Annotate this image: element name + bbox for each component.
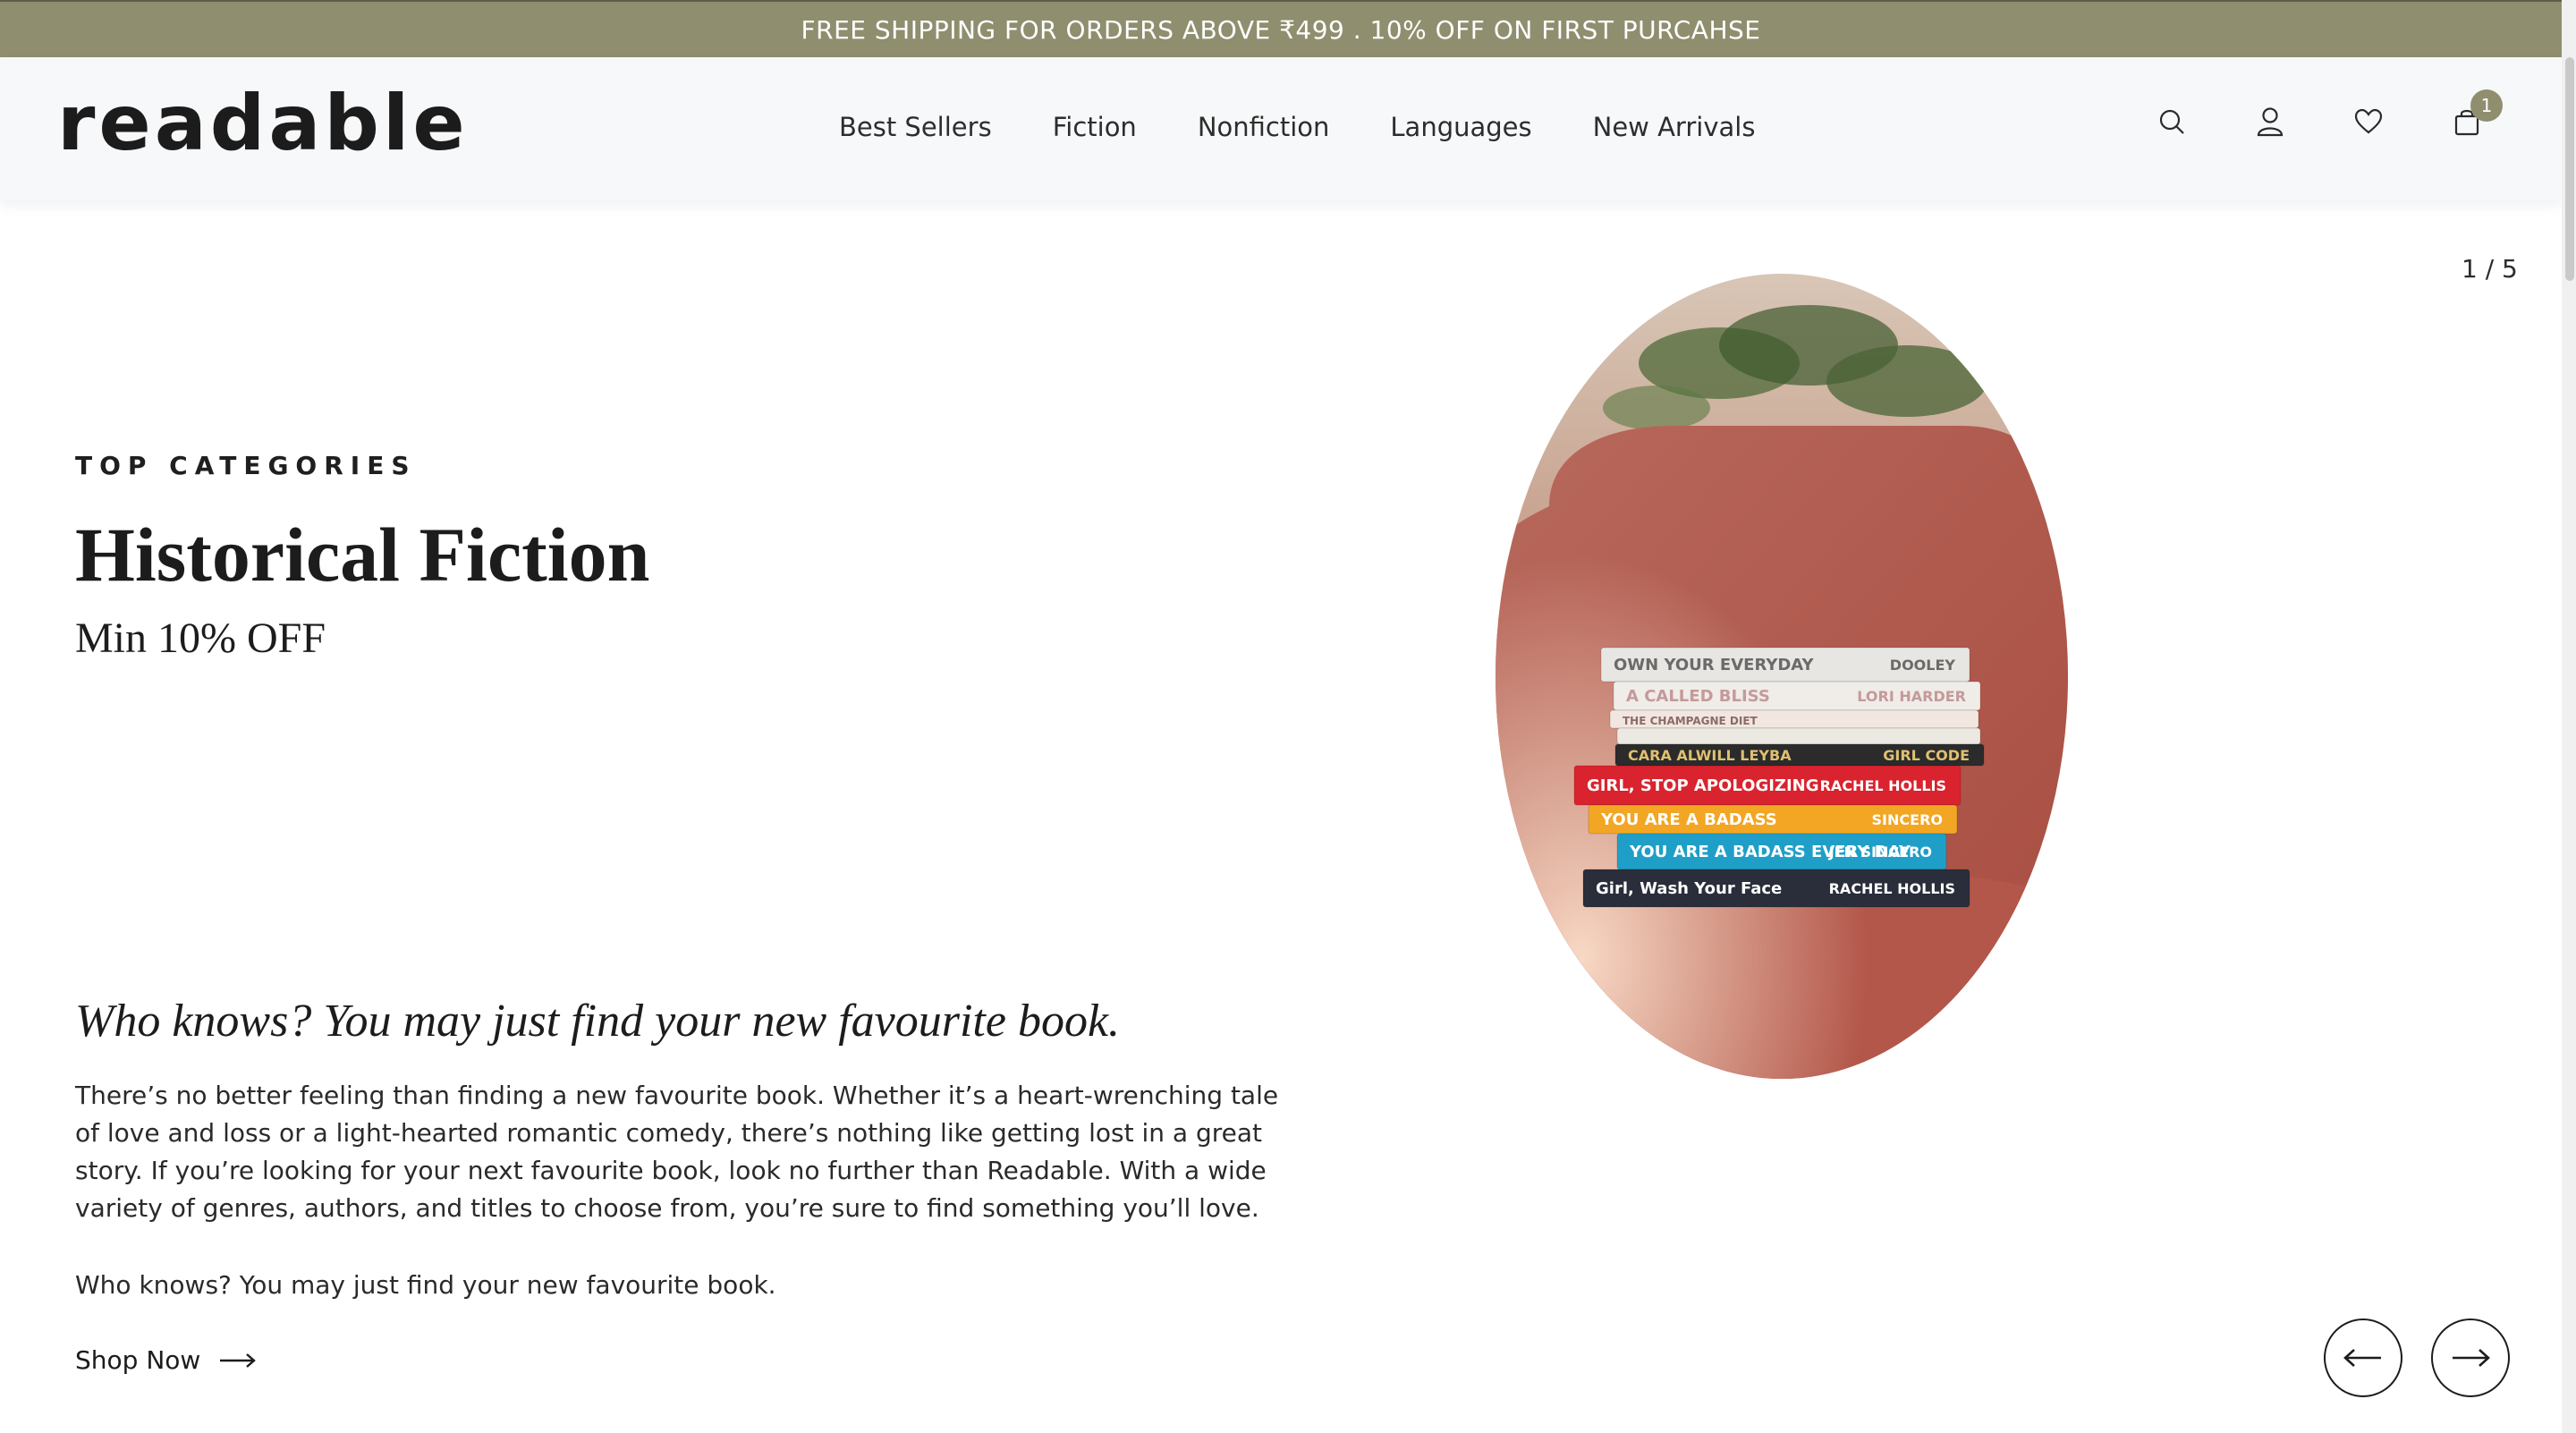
nav-item-fiction[interactable]: Fiction — [1053, 109, 1137, 145]
book-spine — [1616, 727, 1981, 745]
book-title: OWN YOUR EVERYDAY — [1614, 656, 1815, 674]
book-title: THE CHAMPAGNE DIET — [1623, 715, 1758, 727]
cart-count-badge: 1 — [2470, 89, 2503, 122]
book-author: DOOLEY — [1890, 657, 1956, 674]
announcement-bar: FREE SHIPPING FOR ORDERS ABOVE ₹499 . 10… — [0, 0, 2562, 57]
book-spine: YOU ARE A BADASS SINCERO — [1588, 804, 1958, 835]
hero-image: OWN YOUR EVERYDAY DOOLEY A CALLED BLISS LOR… — [1496, 274, 2068, 1079]
search-icon[interactable] — [2156, 106, 2188, 138]
hero-eyebrow: TOP CATEGORIES — [75, 451, 417, 480]
nav-item-best-sellers[interactable]: Best Sellers — [839, 109, 992, 145]
book-stack: OWN YOUR EVERYDAY DOOLEY A CALLED BLISS LOR… — [1573, 647, 1985, 908]
book-author: RACHEL HOLLIS — [1820, 777, 1946, 794]
wishlist-icon[interactable] — [2352, 106, 2385, 138]
book-spine: A CALLED BLISS LORI HARDER — [1613, 681, 1981, 711]
nav-item-languages[interactable]: Languages — [1390, 109, 1531, 145]
book-author: GIRL CODE — [1883, 747, 1970, 764]
nav-item-new-arrivals[interactable]: New Arrivals — [1593, 109, 1756, 145]
shop-now-label: Shop Now — [75, 1345, 201, 1375]
announcement-text: FREE SHIPPING FOR ORDERS ABOVE ₹499 . 10… — [801, 14, 1761, 45]
main-nav: Best Sellers Fiction Nonfiction Language… — [839, 109, 1755, 145]
book-author: JEN SINCERO — [1828, 844, 1932, 861]
hero-title: Historical Fiction — [75, 512, 650, 598]
book-spine: THE CHAMPAGNE DIET — [1609, 709, 1979, 729]
account-icon[interactable] — [2254, 106, 2286, 138]
hero-paragraph: There’s no better feeling than finding a… — [75, 1081, 1279, 1223]
book-spine: OWN YOUR EVERYDAY DOOLEY — [1600, 647, 1970, 683]
page-scrollbar[interactable] — [2562, 0, 2576, 1433]
hero-subtitle: Min 10% OFF — [75, 615, 326, 662]
book-spine: YOU ARE A BADASS EVERY DAYJEN SINCERO — [1616, 833, 1947, 870]
book-author: SINCERO — [1872, 811, 1943, 828]
slider-prev-button[interactable] — [2324, 1319, 2402, 1397]
nav-item-nonfiction[interactable]: Nonfiction — [1198, 109, 1330, 145]
book-title: Girl, Wash Your Face — [1596, 879, 1782, 898]
book-title: CARA ALWILL LEYBA — [1628, 747, 1792, 764]
book-spine: CARA ALWILL LEYBA GIRL CODE — [1614, 743, 1985, 767]
logo[interactable]: readable — [57, 79, 469, 168]
arrow-right-icon — [2453, 1349, 2490, 1367]
cart-icon[interactable]: 1 — [2451, 89, 2503, 138]
arrow-left-icon — [2343, 1349, 2381, 1367]
slide-counter: 1 / 5 — [2462, 254, 2518, 284]
book-author: RACHEL HOLLIS — [1829, 880, 1955, 897]
hero-tagline: Who knows? You may just find your new fa… — [75, 996, 1121, 1047]
book-author: LORI HARDER — [1857, 688, 1966, 705]
book-title: A CALLED BLISS — [1626, 687, 1770, 706]
book-title: YOU ARE A BADASS — [1600, 810, 1777, 829]
shop-now-link[interactable]: Shop Now — [75, 1345, 258, 1375]
scrollbar-thumb[interactable] — [2565, 57, 2574, 281]
hero-paragraph-2: Who knows? You may just find your new fa… — [75, 1270, 776, 1300]
book-spine: Girl, Wash Your Face RACHEL HOLLIS — [1582, 869, 1970, 908]
book-spine: GIRL, STOP APOLOGIZING RACHEL HOLLIS — [1573, 765, 1962, 806]
slider-next-button[interactable] — [2431, 1319, 2510, 1397]
site-header: readable Best Sellers Fiction Nonfiction… — [0, 57, 2562, 200]
arrow-right-icon — [220, 1352, 257, 1368]
header-icons: 1 — [2156, 89, 2503, 138]
book-title: GIRL, STOP APOLOGIZING — [1587, 776, 1819, 795]
